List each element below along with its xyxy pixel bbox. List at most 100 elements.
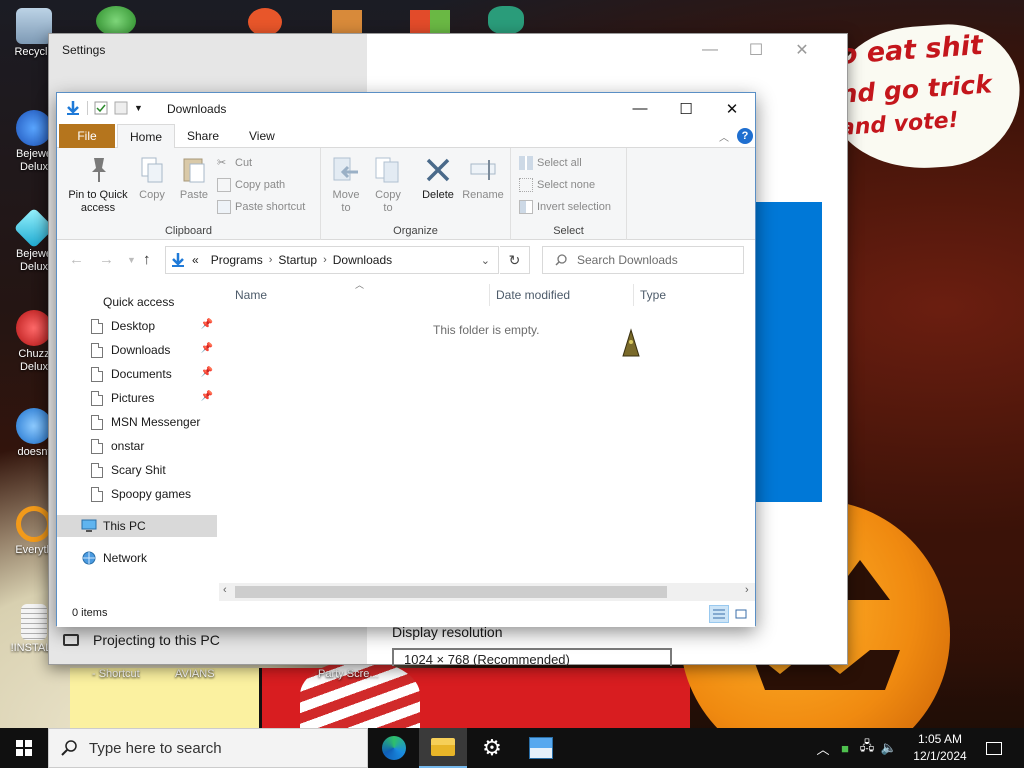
help-icon[interactable]: ? [737, 127, 753, 145]
edge-icon [382, 736, 406, 760]
desktop-icon-game-character[interactable] [488, 6, 524, 34]
scroll-left-icon[interactable]: ‹ [223, 584, 227, 596]
nav-item-spoopy-games[interactable]: Spoopy games [57, 483, 217, 505]
taskbar-clock[interactable]: 1:05 AM 12/1/2024 [905, 731, 975, 765]
nav-item-documents[interactable]: Documents 📌 [57, 363, 217, 385]
explorer-minimize-button[interactable]: — [617, 93, 663, 124]
taskbar-settings-button[interactable]: ⚙ [468, 728, 516, 768]
tab-view[interactable]: View [237, 124, 287, 148]
copy-button[interactable]: Copy [135, 154, 169, 202]
nav-item-downloads[interactable]: Downloads 📌 [57, 339, 217, 361]
back-button[interactable]: ← [69, 251, 84, 268]
settings-minimize-button[interactable]: — [687, 34, 733, 66]
volume-icon[interactable]: 🔈 [878, 740, 900, 756]
large-icons-view-button[interactable] [731, 605, 751, 623]
column-divider[interactable] [489, 284, 490, 306]
paste-icon [183, 158, 205, 183]
explorer-close-button[interactable]: ✕ [709, 93, 755, 124]
show-hidden-icons-icon[interactable]: ︿ [812, 739, 834, 758]
forward-button[interactable]: → [99, 251, 114, 268]
nav-item-scary-shit[interactable]: Scary Shit [57, 459, 217, 481]
collapse-ribbon-icon[interactable]: ︿ [717, 127, 731, 145]
nav-item-desktop[interactable]: Desktop 📌 [57, 315, 217, 337]
breadcrumb-separator-icon[interactable]: › [323, 254, 327, 266]
breadcrumb-separator-icon[interactable]: › [269, 254, 273, 266]
desktop-icon-tool[interactable] [332, 10, 362, 34]
display-resolution-select[interactable]: 1024 × 768 (Recommended) [392, 648, 672, 666]
scroll-right-icon[interactable]: › [745, 584, 749, 596]
properties-icon[interactable] [94, 101, 108, 115]
settings-maximize-button[interactable]: ☐ [733, 34, 779, 66]
nav-quick-access[interactable]: Quick access [57, 291, 217, 313]
folder-icon [91, 486, 103, 502]
nav-this-pc[interactable]: This PC [57, 515, 217, 537]
settings-close-button[interactable]: ✕ [779, 34, 825, 66]
desktop-icon-contacts[interactable] [96, 6, 136, 36]
address-dropdown-icon[interactable]: ⌄ [481, 254, 490, 267]
nav-item-onstar[interactable]: onstar [57, 435, 217, 457]
security-icon[interactable]: ■ [834, 741, 856, 756]
scrollbar-thumb[interactable] [235, 586, 667, 598]
refresh-button[interactable]: ↻ [500, 246, 530, 274]
select-none-button[interactable]: Select none [519, 176, 595, 194]
nav-label: Scary Shit [111, 463, 166, 477]
tab-share[interactable]: Share [175, 124, 231, 148]
paste-shortcut-button[interactable]: Paste shortcut [217, 198, 305, 216]
recent-locations-icon[interactable]: ▼ [127, 255, 136, 265]
address-field[interactable]: « Programs › Startup › Downloads ⌄ [165, 246, 499, 274]
desktop-icon-windows[interactable] [410, 10, 450, 34]
new-folder-icon[interactable] [114, 101, 128, 115]
delete-button[interactable]: Delete [419, 154, 457, 202]
taskbar-search-box[interactable]: Type here to search [48, 728, 368, 768]
column-header-date-modified[interactable]: Date modified [496, 288, 570, 302]
column-header-name[interactable]: Name [235, 288, 267, 302]
explorer-maximize-button[interactable]: ☐ [663, 93, 709, 124]
copy-to-button[interactable]: Copy to [371, 154, 405, 215]
network-icon [82, 551, 96, 565]
nav-item-pictures[interactable]: Pictures 📌 [57, 387, 217, 409]
settings-display-preview[interactable] [756, 202, 822, 502]
breadcrumb-programs[interactable]: Programs [211, 253, 263, 267]
move-to-button[interactable]: Move to [329, 154, 363, 215]
tab-file[interactable]: File [59, 124, 115, 148]
breadcrumb-startup[interactable]: Startup [278, 253, 317, 267]
breadcrumb-overflow[interactable]: « [192, 253, 199, 267]
nav-item-msn-messenger[interactable]: MSN Messenger [57, 411, 217, 433]
ribbon-tabs: File Home Share View ︿ ? [57, 124, 755, 149]
column-header-type[interactable]: Type [640, 288, 666, 302]
taskbar-app-button[interactable] [517, 728, 565, 768]
search-input[interactable]: Search Downloads [542, 246, 744, 274]
select-all-button[interactable]: Select all [519, 154, 582, 172]
computer-icon [81, 519, 97, 532]
taskbar-file-explorer-button[interactable] [419, 728, 467, 768]
qat-dropdown-icon[interactable]: ▼ [134, 103, 143, 113]
explorer-titlebar[interactable]: ▼ Downloads — ☐ ✕ [57, 93, 755, 124]
rename-button[interactable]: Rename [461, 154, 505, 202]
pin-to-quick-access-button[interactable]: Pin to Quick access [63, 154, 133, 215]
tab-home[interactable]: Home [117, 124, 176, 149]
notifications-button[interactable] [976, 728, 1012, 768]
details-view-button[interactable] [709, 605, 729, 623]
file-explorer-window[interactable]: ▼ Downloads — ☐ ✕ File Home Share View ︿… [56, 92, 756, 627]
file-list[interactable]: ︿ Name Date modified Type This folder is… [219, 280, 755, 590]
desktop-shortcut-label[interactable]: - Shortcut [92, 668, 140, 680]
nav-network[interactable]: Network [57, 547, 217, 569]
up-button[interactable]: ↑ [143, 251, 151, 268]
desktop-party-screen-label[interactable]: Party Scre... [318, 668, 379, 680]
horizontal-scrollbar[interactable]: ‹ › [219, 583, 755, 601]
start-button[interactable] [0, 728, 48, 768]
breadcrumb-downloads[interactable]: Downloads [333, 253, 392, 267]
copy-path-icon [217, 178, 231, 192]
settings-nav-projecting[interactable]: Projecting to this PC [63, 632, 220, 648]
cut-button[interactable]: ✂ Cut [217, 154, 252, 172]
cut-label: Cut [235, 157, 253, 169]
column-divider[interactable] [633, 284, 634, 306]
network-label: Network [103, 551, 148, 565]
desktop-avians-label[interactable]: AVIANS [175, 668, 215, 680]
taskbar-edge-button[interactable] [370, 728, 418, 768]
network-status-icon[interactable]: 🖧 [856, 737, 878, 759]
paste-button[interactable]: Paste [175, 154, 213, 202]
copy-path-button[interactable]: Copy path [217, 176, 285, 194]
invert-selection-button[interactable]: Invert selection [519, 198, 611, 216]
desktop-icon-paint[interactable] [248, 8, 282, 36]
